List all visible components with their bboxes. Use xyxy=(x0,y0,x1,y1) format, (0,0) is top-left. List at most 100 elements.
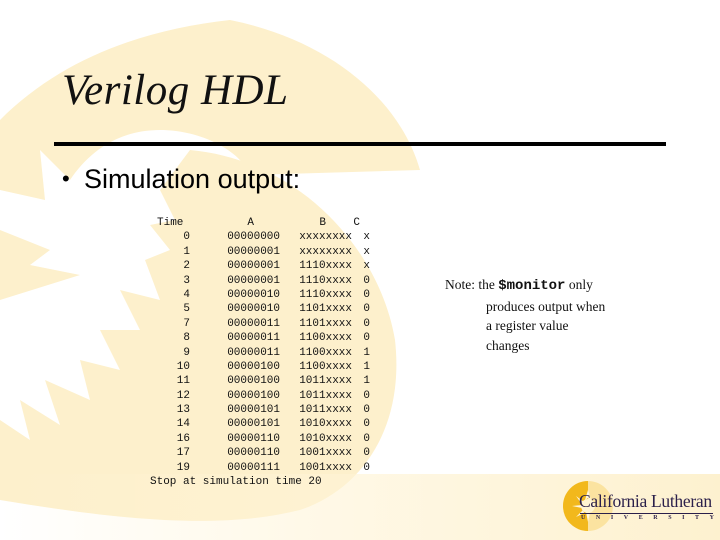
bullet-item: • Simulation output: xyxy=(62,164,300,195)
cell-c: 0 xyxy=(363,404,370,417)
cell-c: 0 xyxy=(363,332,370,345)
cell-time: 5 xyxy=(183,303,190,316)
cell-a: 00000101 xyxy=(227,404,280,417)
cell-a: 00000111 xyxy=(227,461,280,474)
cell-a: 00000110 xyxy=(227,432,280,445)
cell-time: 17 xyxy=(176,447,190,460)
cell-a: 00000100 xyxy=(227,360,280,373)
cell-time: 12 xyxy=(176,389,190,402)
cell-c: 0 xyxy=(363,432,370,445)
bullet-icon: • xyxy=(62,166,70,191)
simulation-row: 0 00000000 xxxxxxxx x xyxy=(150,230,370,244)
cell-time: 11 xyxy=(176,375,190,388)
logo-subtitle-letter: E xyxy=(638,515,643,521)
cell-time: 1 xyxy=(183,245,190,258)
simulation-row: 4 00000010 1110xxxx 0 xyxy=(150,288,370,302)
cell-c: 0 xyxy=(363,461,370,474)
stop-message: Stop at simulation time 20 xyxy=(150,476,322,489)
logo-subtitle-letter: U xyxy=(581,515,586,521)
logo-subtitle-letter: S xyxy=(668,515,672,521)
simulation-row: 11 00000100 1011xxxx 1 xyxy=(150,374,370,388)
university-logo: California Lutheran U N I V E R S I T Y xyxy=(562,480,717,532)
cell-a: 00000110 xyxy=(227,447,280,460)
cell-b: 1010xxxx xyxy=(299,418,352,431)
cell-a: 00000011 xyxy=(227,317,280,330)
logo-subtitle-letter: I xyxy=(682,515,685,521)
note-line-1: Note: the $monitor only xyxy=(445,277,593,294)
simulation-row: 7 00000011 1101xxxx 0 xyxy=(150,317,370,331)
cell-time: 2 xyxy=(183,260,190,273)
simulation-row: 9 00000011 1100xxxx 1 xyxy=(150,346,370,360)
cell-a: 00000011 xyxy=(227,346,280,359)
cell-c: 0 xyxy=(363,288,370,301)
logo-subtitle: UNIVERSITY xyxy=(581,515,714,521)
cell-a: 00000011 xyxy=(227,332,280,345)
header-time: Time xyxy=(157,217,184,229)
cell-time: 3 xyxy=(183,274,190,287)
cell-b: xxxxxxxx xyxy=(299,231,352,244)
cell-b: 1101xxxx xyxy=(299,317,352,330)
simulation-row: 12 00000100 1011xxxx 0 xyxy=(150,389,370,403)
cell-c: 1 xyxy=(363,346,370,359)
simulation-row: 1 00000001 xxxxxxxx x xyxy=(150,245,370,259)
logo-subtitle-letter: Y xyxy=(709,515,714,521)
bullet-text: Simulation output: xyxy=(84,164,301,194)
cell-a: 00000010 xyxy=(227,288,280,301)
simulation-row: 13 00000101 1011xxxx 0 xyxy=(150,403,370,417)
cell-b: 1010xxxx xyxy=(299,432,352,445)
cell-time: 7 xyxy=(183,317,190,330)
simulation-row: 14 00000101 1010xxxx 0 xyxy=(150,417,370,431)
cell-b: 1100xxxx xyxy=(299,332,352,345)
cell-b: 1011xxxx xyxy=(299,375,352,388)
cell-time: 13 xyxy=(176,404,190,417)
header-c: C xyxy=(353,217,360,229)
cell-b: 1101xxxx xyxy=(299,303,352,316)
cell-c: x xyxy=(363,231,370,244)
slide: Verilog HDL • Simulation output: Time A B… xyxy=(0,0,720,540)
cell-time: 8 xyxy=(183,332,190,345)
header-b: B xyxy=(319,217,326,229)
cell-b: 1100xxxx xyxy=(299,360,352,373)
cell-b: 1001xxxx xyxy=(299,447,352,460)
logo-subtitle-letter: V xyxy=(623,515,629,521)
cell-a: 00000100 xyxy=(227,389,280,402)
cell-b: 1110xxxx xyxy=(299,260,352,273)
logo-subtitle-letter: R xyxy=(653,515,658,521)
cell-time: 0 xyxy=(183,231,190,244)
note-line-3: a register value xyxy=(486,318,569,333)
simulation-row: 3 00000001 1110xxxx 0 xyxy=(150,274,370,288)
cell-time: 10 xyxy=(176,360,190,373)
cell-b: 1011xxxx xyxy=(299,404,352,417)
cell-c: 0 xyxy=(363,418,370,431)
slide-title: Verilog HDL xyxy=(62,67,289,114)
cell-b: xxxxxxxx xyxy=(299,245,352,258)
logo-subtitle-letter: I xyxy=(610,515,614,521)
logo-divider xyxy=(580,513,713,514)
cell-a: 00000001 xyxy=(227,245,280,258)
cell-a: 00000101 xyxy=(227,418,280,431)
cell-time: 19 xyxy=(176,461,190,474)
cell-c: 0 xyxy=(363,317,370,330)
simulation-row: 5 00000010 1101xxxx 0 xyxy=(150,302,370,316)
simulation-row: 16 00000110 1010xxxx 0 xyxy=(150,432,370,446)
logo-subtitle-letter: T xyxy=(695,515,700,521)
cell-c: 0 xyxy=(363,447,370,460)
logo-name: California Lutheran xyxy=(579,491,712,511)
cell-time: 4 xyxy=(183,288,190,301)
cell-time: 16 xyxy=(176,432,190,445)
simulation-output: Time A B C 0 00000000 xxxxxxxx x 1 00000001 xx… xyxy=(150,216,370,489)
cell-a: 00000001 xyxy=(227,260,280,273)
cell-c: 1 xyxy=(363,375,370,388)
cell-b: 1011xxxx xyxy=(299,389,352,402)
cell-b: 1100xxxx xyxy=(299,346,352,359)
cell-a: 00000000 xyxy=(227,231,280,244)
cell-c: x xyxy=(363,245,370,258)
simulation-row: 8 00000011 1100xxxx 0 xyxy=(150,331,370,345)
simulation-row: 19 00000111 1001xxxx 0 xyxy=(150,461,370,475)
sunburst-ray xyxy=(0,230,80,300)
cell-a: 00000010 xyxy=(227,303,280,316)
simulation-header-row: Time A B C xyxy=(150,216,370,230)
logo-subtitle-letter: N xyxy=(595,515,601,521)
cell-c: 1 xyxy=(363,360,370,373)
cell-c: x xyxy=(363,260,370,273)
